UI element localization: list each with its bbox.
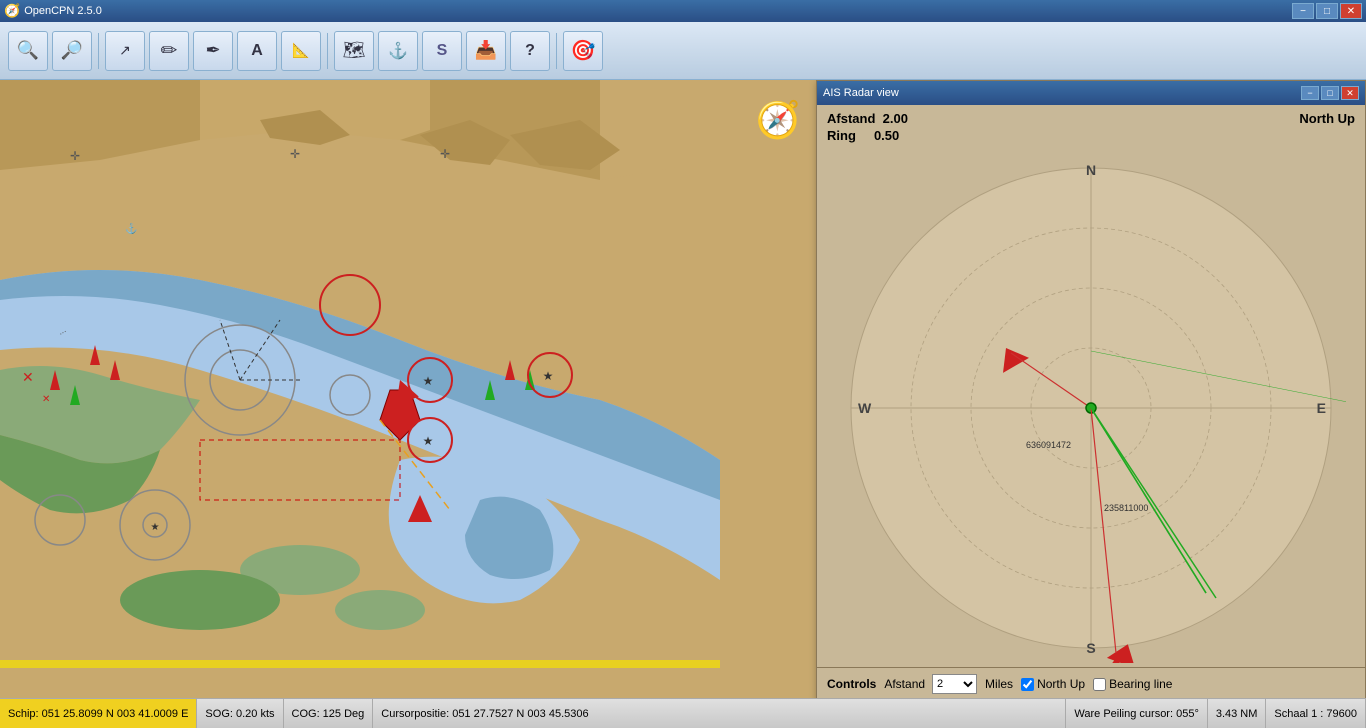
north-up-checkbox[interactable]	[1021, 678, 1034, 691]
cog-value: COG: 125 Deg	[292, 708, 365, 720]
app-title: OpenCPN 2.5.0	[24, 5, 102, 17]
anchor-button[interactable]: ⚓	[378, 31, 418, 71]
sog-segment: SOG: 0.20 kts	[197, 699, 283, 728]
ring-info: Ring 0.50	[827, 128, 1355, 143]
toolbar-separator-2	[327, 33, 328, 69]
chart-button[interactable]: 🗺	[334, 31, 374, 71]
svg-text:★: ★	[543, 369, 554, 383]
ais-window-controls: − □ ✕	[1301, 86, 1359, 100]
afstand-select[interactable]: 2 4 8	[932, 674, 977, 694]
download-button[interactable]: 📥	[466, 31, 506, 71]
svg-text:S: S	[1086, 640, 1095, 656]
svg-text:✕: ✕	[42, 394, 50, 405]
distance-value: 3.43 NM	[1216, 708, 1258, 720]
svg-text:E: E	[1317, 400, 1326, 416]
north-up-checkbox-label[interactable]: North Up	[1021, 677, 1085, 691]
maximize-button[interactable]: □	[1316, 3, 1338, 19]
map-svg: ★ ★ ★ ★ ✛ ✛ ✛ ⚓ ✕ ✕ ...	[0, 80, 720, 698]
toolbar: 🔍 🔎 ↗ ✏ ✒ A 📐 🗺 ⚓ S 📥 ? 🎯	[0, 22, 1366, 80]
radar-display[interactable]: N S E W 636091472 235811000	[836, 153, 1346, 663]
svg-text:✕: ✕	[22, 369, 34, 385]
map-area[interactable]: ★ ★ ★ ★ ✛ ✛ ✛ ⚓ ✕ ✕ ... AIS Radar	[0, 80, 1366, 698]
svg-text:★: ★	[423, 374, 434, 388]
distance-segment: 3.43 NM	[1208, 699, 1267, 728]
toolbar-separator-3	[556, 33, 557, 69]
toolbar-separator-1	[98, 33, 99, 69]
ais-radar-panel: AIS Radar view − □ ✕ Afstand 2.00 North …	[816, 80, 1366, 698]
bearing-line-checkbox[interactable]	[1093, 678, 1106, 691]
close-button[interactable]: ✕	[1340, 3, 1362, 19]
ship-position-segment: Schip: 051 25.8099 N 003 41.0009 E	[0, 699, 197, 728]
measure-button[interactable]: 📐	[281, 31, 321, 71]
cursor-pos-segment: Cursorpositie: 051 27.7527 N 003 45.5306	[373, 699, 1066, 728]
svg-text:✛: ✛	[70, 149, 80, 163]
title-bar: 🧭 OpenCPN 2.5.0 − □ ✕	[0, 0, 1366, 22]
ais-title-bar: AIS Radar view − □ ✕	[817, 81, 1365, 105]
zoom-in-button[interactable]: 🔍	[8, 31, 48, 71]
svg-text:★: ★	[151, 522, 160, 533]
zoom-out-button[interactable]: 🔎	[52, 31, 92, 71]
miles-label: Miles	[985, 677, 1013, 691]
help-button[interactable]: ?	[510, 31, 550, 71]
bearing-line-checkbox-label[interactable]: Bearing line	[1093, 677, 1172, 691]
cursor-position: Cursorpositie: 051 27.7527 N 003 45.5306	[381, 708, 588, 720]
map-canvas[interactable]: ★ ★ ★ ★ ✛ ✛ ✛ ⚓ ✕ ✕ ...	[0, 80, 720, 698]
ais-info-row1: Afstand 2.00 North Up	[827, 111, 1355, 126]
ware-peiling: Ware Peiling cursor: 055°	[1074, 708, 1198, 720]
status-bar: Schip: 051 25.8099 N 003 41.0009 E SOG: …	[0, 698, 1366, 728]
ais-close-button[interactable]: ✕	[1341, 86, 1359, 100]
ais-controls: Controls Afstand 2 4 8 Miles North Up Be…	[817, 667, 1365, 698]
ais-maximize-button[interactable]: □	[1321, 86, 1339, 100]
window-controls: − □ ✕	[1292, 3, 1362, 19]
sog-value: SOG: 0.20 kts	[205, 708, 274, 720]
afstand-control-label: Afstand 2 4 8	[884, 674, 977, 694]
ais-info: Afstand 2.00 North Up Ring 0.50	[817, 105, 1365, 149]
svg-text:235811000: 235811000	[1104, 503, 1148, 513]
afstand-info: Afstand 2.00	[827, 111, 908, 126]
gps-bar	[0, 660, 720, 668]
app-icon: 🧭	[4, 3, 20, 19]
svg-text:636091472: 636091472	[1026, 440, 1071, 450]
text-button[interactable]: A	[237, 31, 277, 71]
svg-text:★: ★	[423, 434, 434, 448]
radar-svg: N S E W 636091472 235811000	[836, 153, 1346, 663]
ais-minimize-button[interactable]: −	[1301, 86, 1319, 100]
settings-button[interactable]: S	[422, 31, 462, 71]
target-button[interactable]: 🎯	[563, 31, 603, 71]
scale-segment: Schaal 1 : 79600	[1266, 699, 1366, 728]
svg-text:W: W	[858, 400, 872, 416]
route-button[interactable]: ↗	[105, 31, 145, 71]
ware-peiling-segment: Ware Peiling cursor: 055°	[1066, 699, 1207, 728]
cog-segment: COG: 125 Deg	[284, 699, 374, 728]
scale-value: Schaal 1 : 79600	[1274, 708, 1357, 720]
pencil-button[interactable]: ✒	[193, 31, 233, 71]
svg-text:✛: ✛	[290, 147, 300, 161]
ship-position: Schip: 051 25.8099 N 003 41.0009 E	[8, 708, 188, 720]
svg-text:⚓: ⚓	[125, 222, 137, 235]
svg-text:✛: ✛	[440, 147, 450, 161]
svg-text:N: N	[1086, 162, 1096, 178]
mark-button[interactable]: ✏	[149, 31, 189, 71]
ais-panel-title: AIS Radar view	[823, 87, 899, 99]
north-up-label: North Up	[1299, 111, 1355, 126]
minimize-button[interactable]: −	[1292, 3, 1314, 19]
controls-label: Controls	[827, 677, 876, 691]
nav-indicator: 🧭	[738, 80, 818, 160]
